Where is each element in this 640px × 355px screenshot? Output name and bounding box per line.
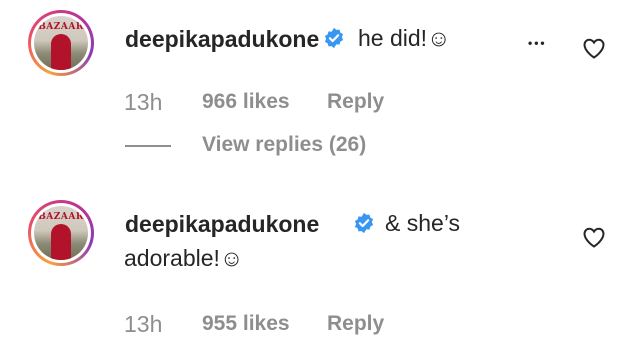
avatar-figure <box>51 34 71 70</box>
verified-badge-icon <box>354 212 374 234</box>
avatar-magazine-title: BAZAAR <box>38 22 84 32</box>
avatar-figure <box>51 224 71 260</box>
comment-1: BAZAAR deepikapadukone he did!☺ ••• 13h … <box>0 0 640 175</box>
comment-username[interactable]: deepikapadukone <box>125 211 319 238</box>
avatar-image: BAZAAR <box>34 206 88 260</box>
comment-text-line-2: adorable!☺ <box>124 245 244 271</box>
more-options-icon[interactable]: ••• <box>528 36 547 50</box>
avatar[interactable]: BAZAAR <box>28 10 94 76</box>
avatar-ring: BAZAAR <box>31 13 91 73</box>
avatar-image: BAZAAR <box>34 16 88 70</box>
avatar[interactable]: BAZAAR <box>28 200 94 266</box>
replies-divider-line <box>125 145 171 147</box>
comment-likes[interactable]: 955 likes <box>202 312 290 336</box>
view-replies-button[interactable]: View replies (26) <box>202 133 366 157</box>
comment-text-line-1: & she’s <box>385 210 461 236</box>
reply-button[interactable]: Reply <box>327 90 384 114</box>
comment-text: he did!☺ <box>358 25 451 51</box>
comment-2: BAZAAR deepikapadukone & she’s adorable!… <box>0 175 640 355</box>
avatar-magazine-title: BAZAAR <box>38 212 84 222</box>
comment-time[interactable]: 13h <box>124 89 162 116</box>
comment-time[interactable]: 13h <box>124 311 162 338</box>
like-heart-icon[interactable] <box>582 37 606 59</box>
comment-username[interactable]: deepikapadukone <box>125 26 319 53</box>
verified-badge-icon <box>324 27 344 49</box>
avatar-ring: BAZAAR <box>31 203 91 263</box>
comment-likes[interactable]: 966 likes <box>202 90 290 114</box>
like-heart-icon[interactable] <box>582 226 606 248</box>
reply-button[interactable]: Reply <box>327 312 384 336</box>
